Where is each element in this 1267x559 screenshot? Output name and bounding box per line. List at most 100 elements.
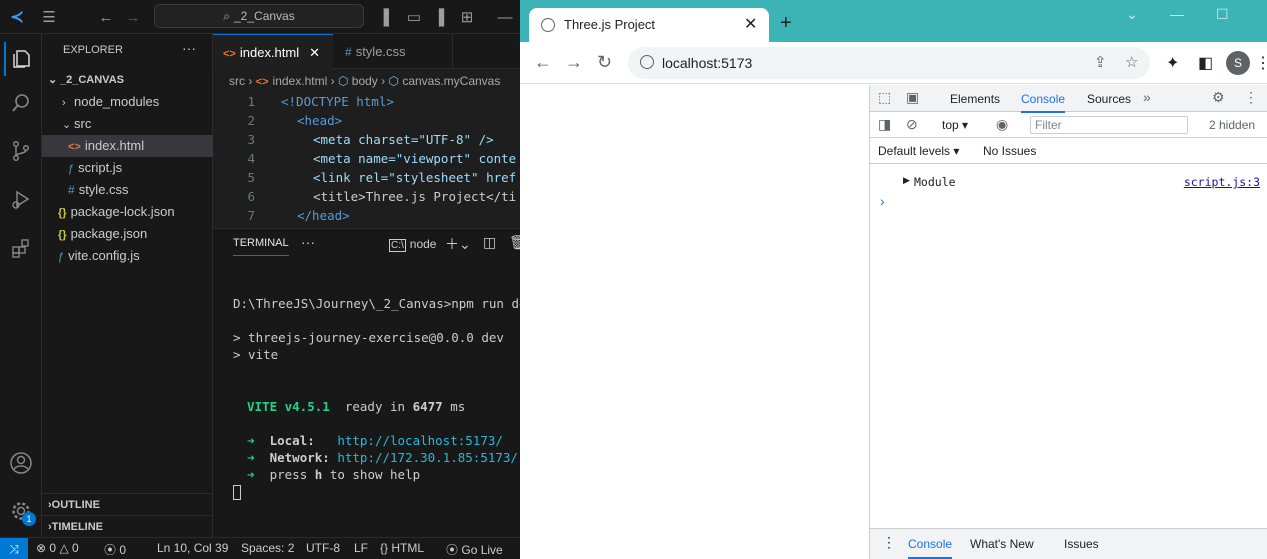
outline-section[interactable]: ›OUTLINE — [42, 493, 213, 515]
reload-icon[interactable]: ↻ — [597, 52, 612, 73]
tab-console[interactable]: Console — [1021, 92, 1066, 113]
tree-item-style-css[interactable]: # style.css — [42, 179, 213, 201]
new-terminal-icon[interactable]: ＋⌄ — [445, 234, 471, 254]
sidebar-toggle-icon[interactable]: ◨ — [878, 116, 891, 133]
js-file-icon: ƒ — [58, 251, 65, 263]
bookmark-star-icon[interactable]: ☆ — [1125, 53, 1138, 71]
customize-layout-icon[interactable]: ⊞ — [456, 6, 478, 28]
maximize-icon[interactable]: ☐ — [1216, 6, 1229, 23]
tab-style-css[interactable]: # style.css — [335, 34, 453, 69]
menu-icon[interactable]: ☰ — [38, 6, 60, 28]
code-editor[interactable]: 1 <!DOCTYPE html> 2 <head> 3 <meta charset=… — [213, 92, 520, 224]
address-bar[interactable]: localhost:5173 ⇪ ☆ — [628, 47, 1150, 79]
filter-input[interactable]: Filter — [1030, 116, 1188, 134]
drawer-tab-whats-new[interactable]: What's New — [970, 537, 1034, 551]
editor-tabs: <> index.html ✕ # style.css — [213, 34, 520, 69]
close-icon[interactable]: ✕ — [744, 14, 757, 34]
settings-gear-icon[interactable]: ⚙ — [1212, 89, 1225, 106]
more-tabs-icon[interactable]: » — [1143, 89, 1151, 105]
timeline-section[interactable]: ›TIMELINE — [42, 515, 213, 537]
workspace-root[interactable]: ⌄ _2_CANVAS — [42, 69, 213, 91]
expand-triangle-icon[interactable]: ▶ — [903, 175, 910, 186]
toggle-panel-icon[interactable]: ▭ — [403, 6, 425, 28]
ports-indicator[interactable]: ⦿ 0 — [104, 541, 126, 558]
issues-status[interactable]: No Issues — [983, 144, 1036, 158]
accounts-icon[interactable] — [4, 446, 38, 480]
tree-item-index-html[interactable]: <> index.html — [42, 135, 213, 157]
tree-item-package-json[interactable]: {} package.json — [42, 223, 213, 245]
context-selector[interactable]: top ▾ — [942, 118, 968, 132]
back-arrow-icon[interactable]: ← — [95, 6, 117, 28]
drawer-tab-console[interactable]: Console — [908, 537, 953, 559]
tree-item-vite-config-js[interactable]: ƒ vite.config.js — [42, 245, 213, 267]
breadcrumb-item[interactable]: canvas.myCanvas — [402, 74, 500, 88]
device-toolbar-icon[interactable]: ▣ — [906, 89, 919, 106]
tree-item-node-modules[interactable]: › node_modules — [42, 91, 213, 113]
profile-avatar[interactable]: S — [1226, 51, 1250, 75]
tab-index-html[interactable]: <> index.html ✕ — [213, 34, 333, 69]
network-url-link[interactable]: http://172.30.1.85:5173/ — [337, 450, 518, 465]
end-of-line[interactable]: LF — [354, 541, 368, 555]
drawer-tab-issues[interactable]: Issues — [1064, 537, 1099, 551]
go-live-button[interactable]: ⦿ Go Live — [446, 541, 503, 558]
split-terminal-icon[interactable]: ◫ — [483, 234, 496, 251]
url-text[interactable]: localhost:5173 — [662, 55, 752, 71]
browser-tab[interactable]: Three.js Project ✕ — [529, 8, 769, 42]
eye-icon[interactable]: ◉ — [996, 116, 1008, 133]
html-file-icon: <> — [255, 76, 269, 88]
run-debug-icon[interactable] — [4, 182, 38, 216]
toggle-sidebar-icon[interactable]: ▌ — [378, 6, 400, 28]
breadcrumb-item[interactable]: index.html — [273, 74, 328, 88]
info-icon[interactable] — [640, 55, 654, 69]
tab-search-icon[interactable]: ⌄ — [1126, 6, 1138, 23]
toggle-secondary-sidebar-icon[interactable]: ▐ — [428, 6, 450, 28]
problems-indicator[interactable]: ⊗ 0 △ 0 — [36, 541, 79, 555]
command-center[interactable]: ⌕ _2_Canvas — [154, 4, 364, 28]
tab-elements[interactable]: Elements — [950, 92, 1000, 106]
forward-arrow-icon[interactable]: → — [565, 52, 583, 73]
source-control-icon[interactable] — [4, 134, 38, 168]
search-icon: ⌕ — [223, 8, 230, 23]
share-icon[interactable]: ⇪ — [1094, 53, 1107, 71]
console-message[interactable]: ▶ Module script.js:3 — [870, 173, 1267, 193]
close-icon[interactable]: ✕ — [309, 45, 320, 60]
more-actions-icon[interactable]: ··· — [301, 234, 315, 250]
language-mode[interactable]: {} HTML — [380, 541, 424, 555]
explorer-icon[interactable] — [4, 42, 38, 76]
minimize-icon[interactable]: — — [494, 6, 516, 28]
trash-icon[interactable]: 🗑 — [509, 234, 520, 251]
log-levels-dropdown[interactable]: Default levels ▾ — [878, 144, 959, 158]
tree-item-package-lock-json[interactable]: {} package-lock.json — [42, 201, 213, 223]
page-viewport[interactable] — [520, 85, 869, 559]
back-arrow-icon[interactable]: ← — [534, 52, 552, 73]
new-tab-icon[interactable]: + — [780, 12, 792, 35]
tab-terminal[interactable]: TERMINAL — [233, 237, 289, 256]
terminal-shell-selector[interactable]: C:\ node — [389, 237, 436, 252]
inspect-element-icon[interactable]: ⬚ — [878, 89, 891, 106]
extensions-icon[interactable] — [4, 232, 38, 266]
menu-kebab-icon[interactable]: ⋮ — [1244, 89, 1258, 106]
tree-item-script-js[interactable]: ƒ script.js — [42, 157, 213, 179]
side-panel-icon[interactable]: ◧ — [1198, 53, 1213, 73]
tab-sources[interactable]: Sources — [1087, 92, 1131, 106]
clear-console-icon[interactable]: ⊘ — [906, 116, 918, 133]
remote-icon[interactable]: ⤨ — [0, 538, 28, 559]
minimize-icon[interactable]: — — [1170, 6, 1184, 22]
menu-kebab-icon[interactable]: ⋮ — [1255, 53, 1267, 73]
search-icon[interactable] — [4, 86, 38, 120]
breadcrumb-item[interactable]: body — [352, 74, 378, 88]
encoding[interactable]: UTF-8 — [306, 541, 340, 555]
console-prompt[interactable]: › — [880, 193, 885, 209]
more-actions-icon[interactable]: ··· — [182, 40, 196, 56]
manage-gear-icon[interactable]: 1 — [4, 494, 38, 528]
source-link[interactable]: script.js:3 — [1184, 175, 1260, 189]
indentation[interactable]: Spaces: 2 — [241, 541, 294, 555]
forward-arrow-icon[interactable]: → — [122, 6, 144, 28]
terminal-icon: C:\ — [389, 239, 406, 252]
menu-kebab-icon[interactable]: ⋮ — [882, 534, 896, 551]
cursor-position[interactable]: Ln 10, Col 39 — [157, 541, 228, 555]
breadcrumb-item[interactable]: src — [229, 74, 245, 88]
extensions-puzzle-icon[interactable]: ✦ — [1166, 53, 1179, 73]
local-url-link[interactable]: http://localhost:5173/ — [337, 433, 503, 448]
tree-item-src[interactable]: ⌄ src — [42, 113, 213, 135]
